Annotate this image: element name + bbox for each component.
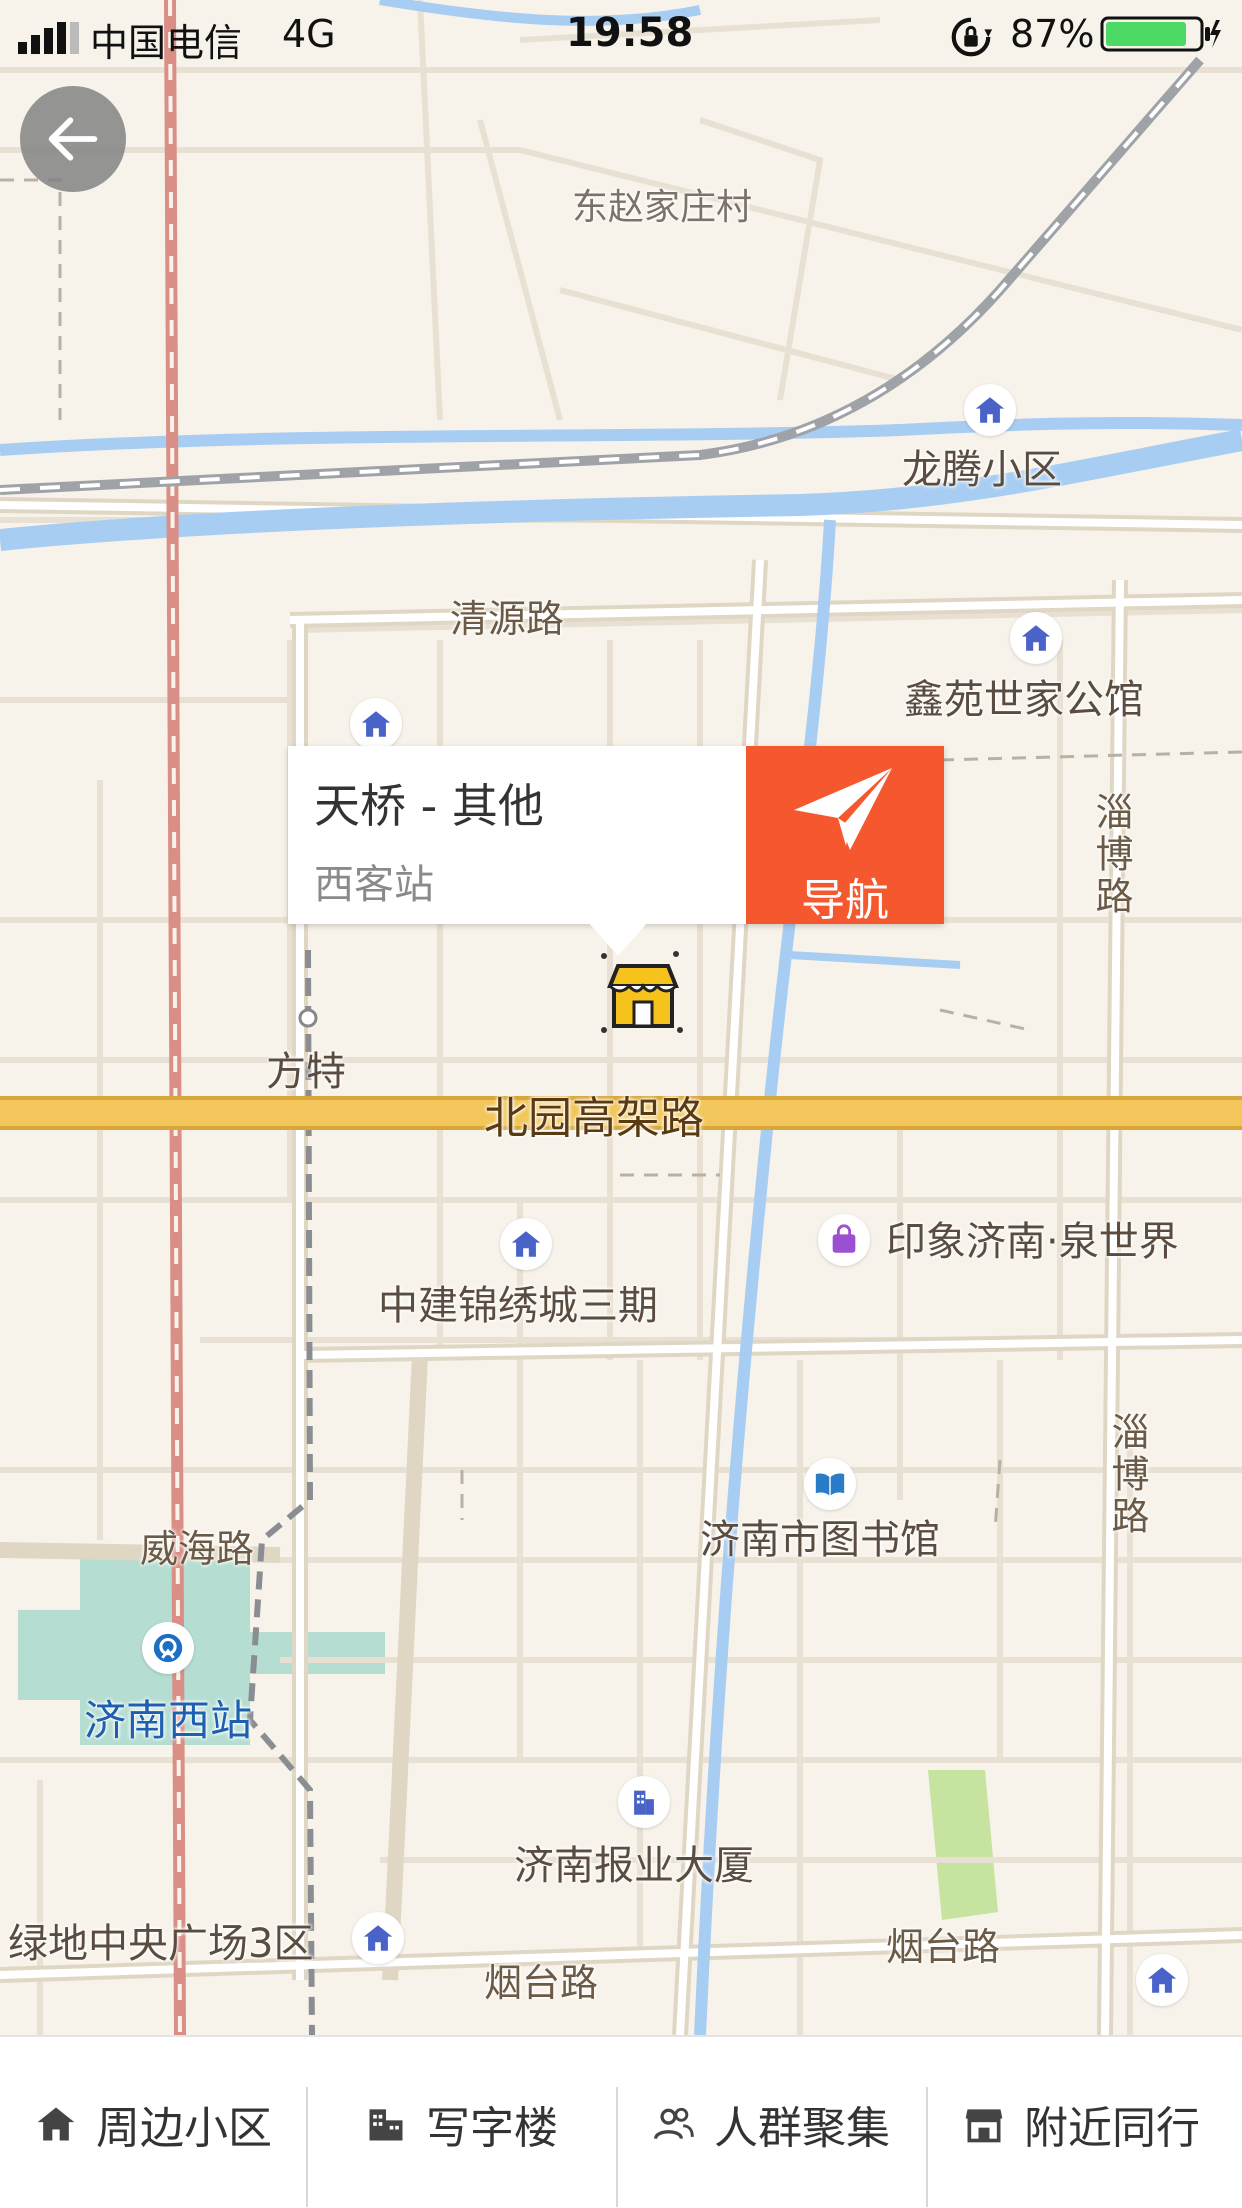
- map-label-yinxiang: 印象济南·泉世界: [886, 1219, 1179, 1265]
- rotation-lock-icon: [951, 17, 993, 57]
- library-book-icon[interactable]: [804, 1458, 856, 1510]
- store-icon: [965, 2108, 1003, 2142]
- office-building-icon: [369, 2108, 403, 2140]
- map-label-yantai-road-left: 烟台路: [484, 1961, 599, 2005]
- popup-subtitle: 西客站: [314, 862, 434, 908]
- network-type: 4G: [282, 12, 336, 56]
- location-popup[interactable]: 天桥 - 其他 西客站 导航: [288, 746, 944, 926]
- railway-station-icon[interactable]: [142, 1622, 194, 1674]
- popup-title: 天桥 - 其他: [314, 779, 544, 833]
- tab-nearby-communities[interactable]: 周边小区: [0, 2037, 306, 2208]
- map-label-beiyuan-highway: 北园高架路: [484, 1093, 704, 1144]
- clock: 19:58: [566, 10, 694, 56]
- map-label-longteng: 龙腾小区: [902, 447, 1062, 493]
- map-label-weihai-road: 威海路: [140, 1527, 255, 1571]
- map-label-xinyuan: 鑫苑世家公馆: [904, 677, 1144, 723]
- residential-poi-icon[interactable]: [1010, 612, 1062, 664]
- map-label-zhongjian: 中建锦绣城三期: [378, 1283, 658, 1329]
- people-icon: [654, 2107, 694, 2139]
- navigate-label: 导航: [801, 875, 889, 926]
- map-label-qingyuan-road: 清源路: [450, 597, 565, 641]
- park-area: [250, 1632, 385, 1674]
- park-area: [18, 1610, 88, 1700]
- map-label-zibo-road-top: 淄博路: [1089, 792, 1133, 918]
- back-button[interactable]: [20, 86, 126, 192]
- paper-plane-icon: [794, 768, 892, 850]
- residential-poi-icon[interactable]: [1136, 1954, 1188, 2006]
- navigate-button[interactable]: 导航: [746, 746, 944, 926]
- map-label-fangte: 方特: [266, 1049, 346, 1095]
- residential-poi-icon[interactable]: [352, 1912, 404, 1964]
- carrier-name: 中国电信: [90, 21, 243, 65]
- shopping-bag-icon[interactable]: [818, 1214, 870, 1266]
- map-label-library: 济南市图书馆: [700, 1517, 940, 1563]
- map-label-newspaper: 济南报业大厦: [514, 1843, 754, 1889]
- rail-stop: [298, 1008, 318, 1028]
- office-building-poi-icon[interactable]: [618, 1776, 670, 1828]
- map-label-zibo-road-bottom: 淄博路: [1105, 1412, 1149, 1538]
- signal-strength-icon: [18, 22, 79, 54]
- map-screen: 东赵家庄村 龙腾小区 清源路 鑫苑世家公馆 淄博路 方特 北园高架路 中建锦绣城…: [0, 0, 1242, 2208]
- map-label-village: 东赵家庄村: [572, 187, 753, 228]
- tab-label: 写字楼: [426, 2102, 558, 2154]
- tab-label: 周边小区: [96, 2102, 272, 2154]
- map-label-yantai-road-right: 烟台路: [886, 1925, 1001, 1969]
- home-icon: [37, 2107, 75, 2140]
- residential-poi-icon[interactable]: [500, 1218, 552, 1270]
- battery-icon: [1100, 16, 1221, 52]
- tab-label: 人群聚集: [714, 2102, 890, 2154]
- tab-crowd-gathering[interactable]: 人群聚集: [618, 2037, 924, 2208]
- map-label-west-station: 济南西站: [84, 1696, 253, 1745]
- arrow-left-icon: [48, 117, 98, 161]
- store-marker-icon[interactable]: [600, 950, 686, 1036]
- tab-label: 附近同行: [1024, 2102, 1200, 2154]
- tab-office-buildings[interactable]: 写字楼: [308, 2037, 614, 2208]
- bottom-tab-bar: 周边小区 写字楼 人群聚集 附近同行: [0, 2035, 1242, 2208]
- residential-poi-icon[interactable]: [350, 698, 402, 750]
- map-label-lvdi: 绿地中央广场3区: [8, 1921, 314, 1967]
- residential-poi-icon[interactable]: [964, 384, 1016, 436]
- battery-fill: [1106, 22, 1186, 46]
- battery-percentage: 87%: [1010, 12, 1095, 56]
- status-bar: 中国电信 4G 19:58 87%: [0, 0, 1242, 70]
- tab-nearby-peers[interactable]: 附近同行: [928, 2037, 1234, 2208]
